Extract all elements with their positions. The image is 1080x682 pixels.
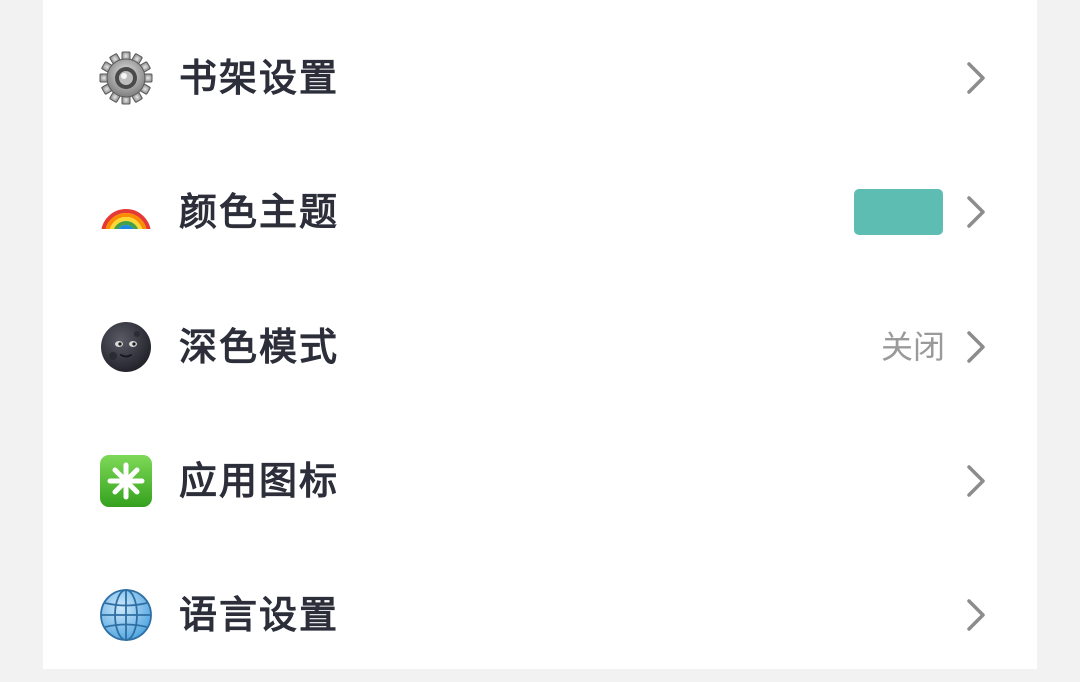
rainbow-icon	[99, 185, 153, 239]
settings-item-bookshelf[interactable]: 书架设置	[43, 11, 1037, 145]
settings-item-label: 应用图标	[179, 459, 340, 503]
eight-spoked-asterisk-icon	[99, 454, 153, 508]
settings-item-dark-mode[interactable]: 深色模式 关闭	[43, 280, 1037, 414]
globe-icon	[99, 588, 153, 642]
chevron-right-icon	[967, 465, 985, 497]
settings-item-language[interactable]: 语言设置	[43, 548, 1037, 682]
settings-item-label: 颜色主题	[179, 190, 340, 234]
settings-item-app-icon[interactable]: 应用图标	[43, 414, 1037, 548]
settings-item-label: 深色模式	[179, 325, 340, 369]
theme-color-swatch	[854, 189, 943, 235]
new-moon-face-icon	[99, 320, 153, 374]
chevron-right-icon	[967, 196, 985, 228]
gear-icon	[99, 51, 153, 105]
settings-item-label: 书架设置	[179, 56, 340, 100]
chevron-right-icon	[967, 331, 985, 363]
chevron-right-icon	[967, 599, 985, 631]
dark-mode-status: 关闭	[880, 328, 945, 366]
chevron-right-icon	[967, 62, 985, 94]
settings-card: 书架设置 颜色主题 深色模式 关闭 应用图标 语言设置	[43, 0, 1037, 669]
settings-item-color-theme[interactable]: 颜色主题	[43, 145, 1037, 279]
settings-item-label: 语言设置	[179, 593, 340, 637]
